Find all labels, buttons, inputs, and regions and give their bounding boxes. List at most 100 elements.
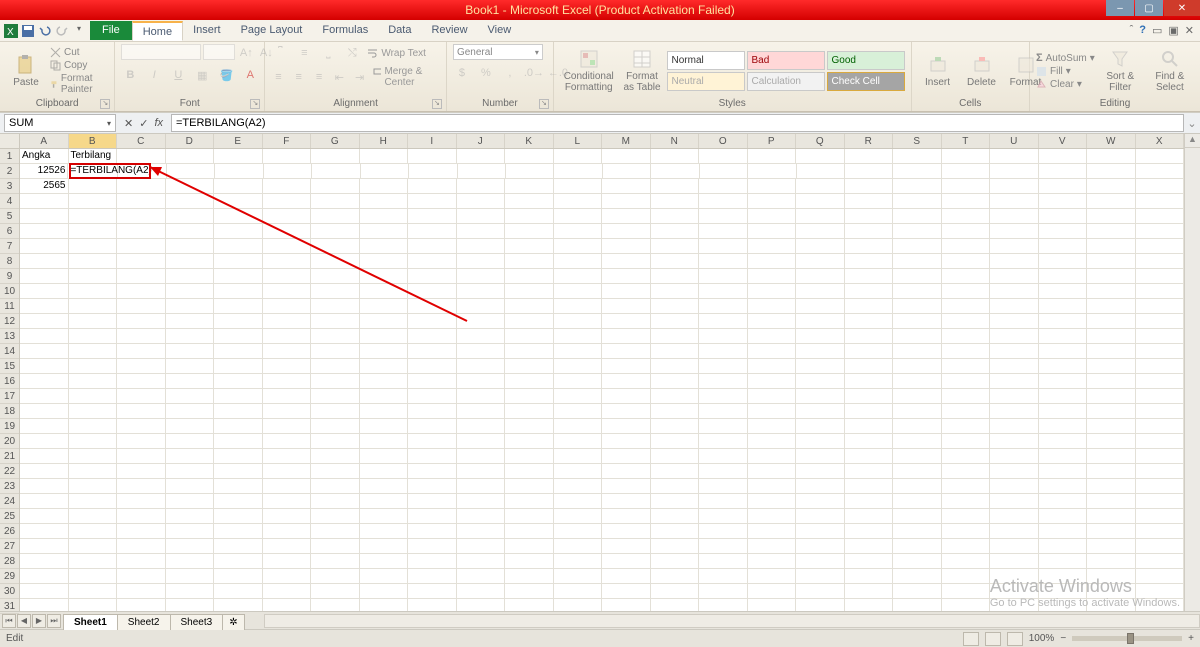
cell-V22[interactable]	[1039, 464, 1088, 479]
cell-O16[interactable]	[699, 374, 748, 389]
column-header-B[interactable]: B	[69, 134, 118, 148]
cell-J19[interactable]	[457, 419, 506, 434]
bold-button[interactable]: B	[121, 66, 139, 84]
style-bad[interactable]: Bad	[747, 51, 825, 70]
expand-formula-bar-icon[interactable]: ⌄	[1184, 117, 1200, 130]
cell-P26[interactable]	[748, 524, 797, 539]
grid[interactable]: ABCDEFGHIJKLMNOPQRSTUVWX AngkaTerbilang1…	[20, 134, 1184, 611]
cell-C2[interactable]	[118, 164, 166, 179]
cell-G18[interactable]	[311, 404, 360, 419]
insert-cells-button[interactable]: Insert	[918, 55, 958, 88]
cell-X13[interactable]	[1136, 329, 1185, 344]
cell-N13[interactable]	[651, 329, 700, 344]
cell-G26[interactable]	[311, 524, 360, 539]
cell-Q31[interactable]	[796, 599, 845, 611]
cell-N18[interactable]	[651, 404, 700, 419]
cell-O12[interactable]	[699, 314, 748, 329]
row-header-22[interactable]: 22	[0, 464, 19, 479]
font-family-select[interactable]	[121, 44, 201, 60]
column-header-N[interactable]: N	[651, 134, 700, 148]
cell-T17[interactable]	[942, 389, 991, 404]
cell-T31[interactable]	[942, 599, 991, 611]
cell-U30[interactable]	[990, 584, 1039, 599]
cell-W14[interactable]	[1087, 344, 1136, 359]
cell-O24[interactable]	[699, 494, 748, 509]
cell-A11[interactable]	[20, 299, 69, 314]
cell-D3[interactable]	[166, 179, 215, 194]
cell-D24[interactable]	[166, 494, 215, 509]
cell-K24[interactable]	[505, 494, 554, 509]
cell-A24[interactable]	[20, 494, 69, 509]
cell-T20[interactable]	[942, 434, 991, 449]
cell-X12[interactable]	[1136, 314, 1185, 329]
cell-A26[interactable]	[20, 524, 69, 539]
cell-B8[interactable]	[69, 254, 118, 269]
sheet-tab-2[interactable]: Sheet2	[117, 614, 171, 630]
cell-P5[interactable]	[748, 209, 797, 224]
cell-M17[interactable]	[602, 389, 651, 404]
cell-G10[interactable]	[311, 284, 360, 299]
cell-X8[interactable]	[1136, 254, 1185, 269]
cell-K21[interactable]	[505, 449, 554, 464]
cell-D11[interactable]	[166, 299, 215, 314]
cell-M26[interactable]	[602, 524, 651, 539]
cell-K28[interactable]	[505, 554, 554, 569]
cell-R8[interactable]	[845, 254, 894, 269]
cell-O3[interactable]	[699, 179, 748, 194]
cell-A15[interactable]	[20, 359, 69, 374]
close-workbook-icon[interactable]: ✕	[1185, 24, 1194, 37]
cell-O21[interactable]	[699, 449, 748, 464]
tab-insert[interactable]: Insert	[183, 21, 231, 40]
cell-B1[interactable]: Terbilang	[69, 149, 118, 164]
cell-V28[interactable]	[1039, 554, 1088, 569]
cell-K16[interactable]	[505, 374, 554, 389]
cell-E15[interactable]	[214, 359, 263, 374]
cell-E6[interactable]	[214, 224, 263, 239]
cell-T15[interactable]	[942, 359, 991, 374]
cell-A21[interactable]	[20, 449, 69, 464]
minimize-button[interactable]: –	[1106, 0, 1134, 16]
row-header-16[interactable]: 16	[0, 374, 19, 389]
cell-M25[interactable]	[602, 509, 651, 524]
italic-button[interactable]: I	[145, 66, 163, 84]
cell-K13[interactable]	[505, 329, 554, 344]
cell-E3[interactable]	[214, 179, 263, 194]
cell-C11[interactable]	[117, 299, 166, 314]
cell-S24[interactable]	[893, 494, 942, 509]
cell-J13[interactable]	[457, 329, 506, 344]
decrease-decimal-icon[interactable]: ←.0	[549, 64, 567, 82]
cell-O4[interactable]	[699, 194, 748, 209]
cell-A12[interactable]	[20, 314, 69, 329]
cell-B23[interactable]	[69, 479, 118, 494]
cell-B28[interactable]	[69, 554, 118, 569]
cell-H15[interactable]	[360, 359, 409, 374]
cell-K14[interactable]	[505, 344, 554, 359]
cell-H8[interactable]	[360, 254, 409, 269]
cell-B26[interactable]	[69, 524, 118, 539]
cell-K18[interactable]	[505, 404, 554, 419]
cell-V15[interactable]	[1039, 359, 1088, 374]
cell-P27[interactable]	[748, 539, 797, 554]
tab-nav-last-icon[interactable]: ⏭	[47, 614, 61, 628]
cell-U28[interactable]	[990, 554, 1039, 569]
cell-S29[interactable]	[893, 569, 942, 584]
cell-L22[interactable]	[554, 464, 603, 479]
cell-N17[interactable]	[651, 389, 700, 404]
cell-F20[interactable]	[263, 434, 312, 449]
cell-L2[interactable]	[554, 164, 602, 179]
cell-G8[interactable]	[311, 254, 360, 269]
cell-U26[interactable]	[990, 524, 1039, 539]
cell-K26[interactable]	[505, 524, 554, 539]
cell-P14[interactable]	[748, 344, 797, 359]
cell-E19[interactable]	[214, 419, 263, 434]
cell-D25[interactable]	[166, 509, 215, 524]
cell-W25[interactable]	[1087, 509, 1136, 524]
column-header-H[interactable]: H	[360, 134, 409, 148]
row-header-9[interactable]: 9	[0, 269, 19, 284]
cell-B13[interactable]	[69, 329, 118, 344]
cell-U29[interactable]	[990, 569, 1039, 584]
cell-L16[interactable]	[554, 374, 603, 389]
tab-nav-next-icon[interactable]: ▶	[32, 614, 46, 628]
cell-W4[interactable]	[1087, 194, 1136, 209]
zoom-in-icon[interactable]: +	[1188, 633, 1194, 644]
